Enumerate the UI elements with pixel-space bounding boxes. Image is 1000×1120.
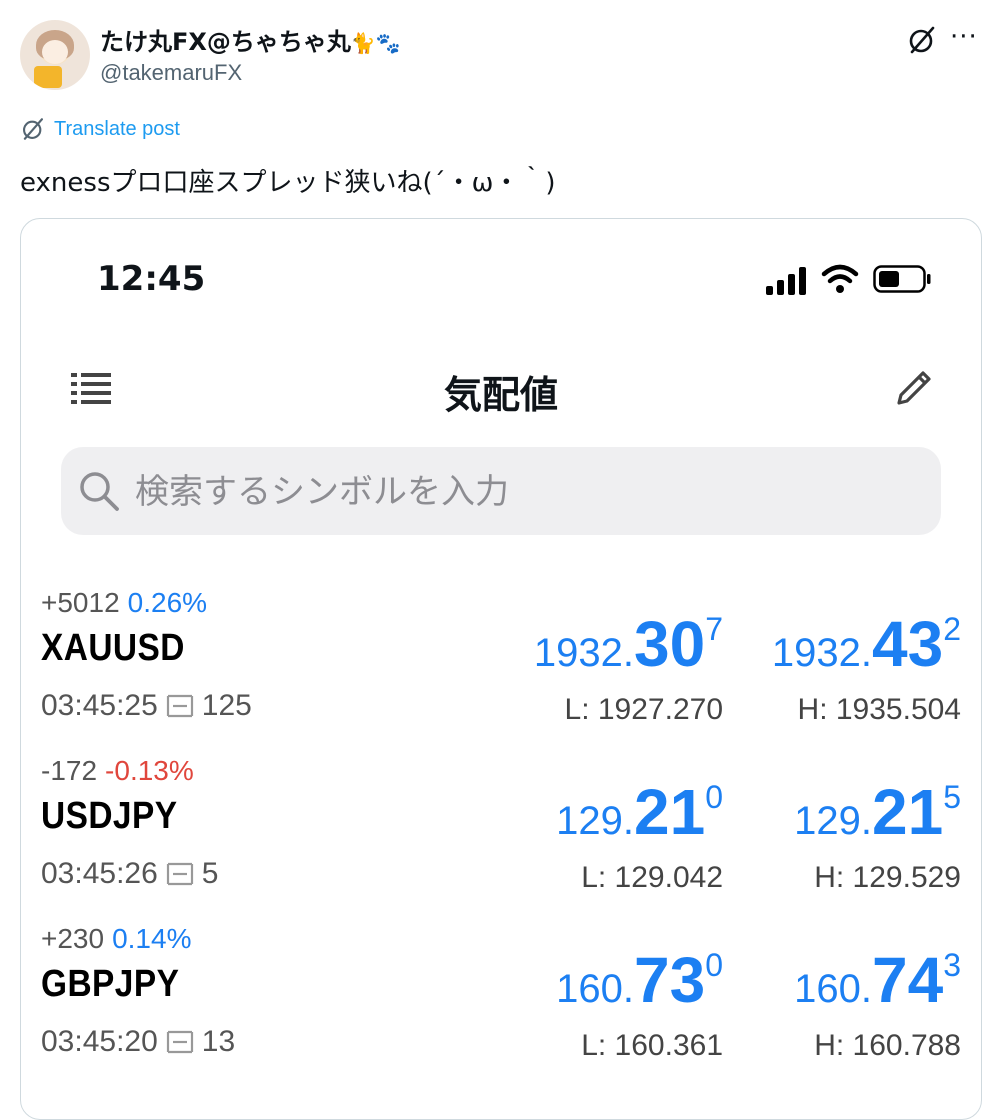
bid-big-digits: 21 — [634, 776, 706, 848]
bid-big-digits: 30 — [634, 608, 706, 680]
screen-title: 気配値 — [443, 373, 558, 417]
high-price: H: 160.788 — [814, 1029, 961, 1062]
symbol-name: GBPJPY — [41, 963, 180, 1005]
edit-pencil-icon[interactable] — [891, 365, 937, 411]
bid-prefix: 1932. — [533, 631, 635, 675]
change-percent: -0.13% — [105, 755, 194, 786]
low-price: L: 129.042 — [581, 861, 723, 894]
ask-prefix: 129. — [794, 799, 873, 843]
more-options-icon[interactable]: ··· — [950, 22, 978, 52]
quote-meta: 03:45:25 125 — [41, 689, 252, 723]
ask-prefix: 160. — [794, 967, 873, 1011]
low-price: L: 160.361 — [581, 1029, 723, 1062]
ask-pipette: 5 — [943, 779, 961, 815]
spread-icon — [166, 694, 193, 718]
ask-pipette: 3 — [943, 947, 961, 983]
ask-pipette: 2 — [943, 611, 961, 647]
display-name[interactable]: たけ丸FX@ちゃちゃ丸🐈🐾 — [100, 22, 401, 57]
bid-price: 1932.307 — [534, 607, 723, 681]
status-bar-time: 12:45 — [97, 259, 206, 299]
spread-value: 5 — [201, 857, 219, 890]
cellular-signal-icon — [766, 263, 810, 295]
high-price: H: 1935.504 — [797, 693, 961, 726]
ask-big-digits: 21 — [872, 776, 944, 848]
ask-prefix: 1932. — [771, 631, 873, 675]
change-line: +5012 0.26% — [41, 587, 207, 619]
bid-pipette: 0 — [705, 947, 723, 983]
bid-big-digits: 73 — [634, 944, 706, 1016]
spread-value: 125 — [201, 689, 252, 722]
bid-prefix: 129. — [556, 799, 635, 843]
quote-meta: 03:45:20 13 — [41, 1025, 235, 1059]
change-percent: 0.26% — [127, 587, 208, 618]
paw-prints-emoji-icon: 🐾 — [375, 31, 401, 55]
spread-icon — [166, 862, 193, 886]
grok-icon[interactable] — [906, 24, 938, 56]
quote-row[interactable]: +5012 0.26% XAUUSD 03:45:25 125 1932.307 … — [21, 587, 981, 755]
quote-time: 03:45:26 — [41, 857, 158, 890]
bid-price: 129.210 — [556, 775, 723, 849]
change-points: +5012 — [41, 587, 120, 618]
post-image[interactable]: 12:45 気配値 +50120.26% — [20, 218, 982, 1120]
bid-prefix: 160. — [556, 967, 635, 1011]
ask-price: 1932.432 — [772, 607, 961, 681]
ask-big-digits: 74 — [872, 944, 944, 1016]
quote-meta: 03:45:26 5 — [41, 857, 218, 891]
avatar[interactable] — [20, 20, 90, 90]
translate-post-label: Translate post — [54, 117, 180, 140]
quote-time: 03:45:20 — [41, 1025, 158, 1058]
change-points: -172 — [41, 755, 98, 786]
quote-row[interactable]: -172 -0.13% USDJPY 03:45:26 5 129.210 129… — [21, 755, 981, 923]
change-line: +230 0.14% — [41, 923, 191, 955]
bid-pipette: 7 — [705, 611, 723, 647]
battery-icon — [873, 265, 931, 293]
symbol-name: USDJPY — [41, 795, 178, 837]
bid-price: 160.730 — [556, 943, 723, 1017]
display-name-text: たけ丸FX@ちゃちゃ丸 — [100, 28, 351, 56]
change-points: +230 — [41, 923, 105, 954]
symbol-search-bar[interactable] — [61, 447, 941, 535]
quote-time: 03:45:25 — [41, 689, 158, 722]
high-price: H: 129.529 — [814, 861, 961, 894]
symbol-search-input[interactable] — [133, 461, 917, 523]
spread-value: 13 — [201, 1025, 236, 1058]
change-line: -172 -0.13% — [41, 755, 194, 787]
post-text: exnessプロ口座スプレッド狭いね(´・ω・｀) — [20, 168, 556, 198]
ask-price: 160.743 — [794, 943, 961, 1017]
wifi-icon — [821, 264, 859, 293]
symbol-name: XAUUSD — [41, 627, 185, 669]
search-icon — [80, 472, 119, 511]
low-price: L: 1927.270 — [564, 693, 723, 726]
bid-pipette: 0 — [705, 779, 723, 815]
translate-post-button[interactable]: Translate post — [20, 116, 180, 142]
change-percent: 0.14% — [112, 923, 192, 954]
cat-emoji-icon: 🐈 — [350, 31, 376, 55]
user-handle[interactable]: @takemaruFX — [100, 60, 242, 86]
ask-big-digits: 43 — [872, 608, 944, 680]
translate-icon — [23, 118, 43, 140]
ask-price: 129.215 — [794, 775, 961, 849]
spread-icon — [166, 1030, 193, 1054]
quote-row[interactable]: +230 0.14% GBPJPY 03:45:20 13 160.730 160… — [21, 923, 981, 1091]
